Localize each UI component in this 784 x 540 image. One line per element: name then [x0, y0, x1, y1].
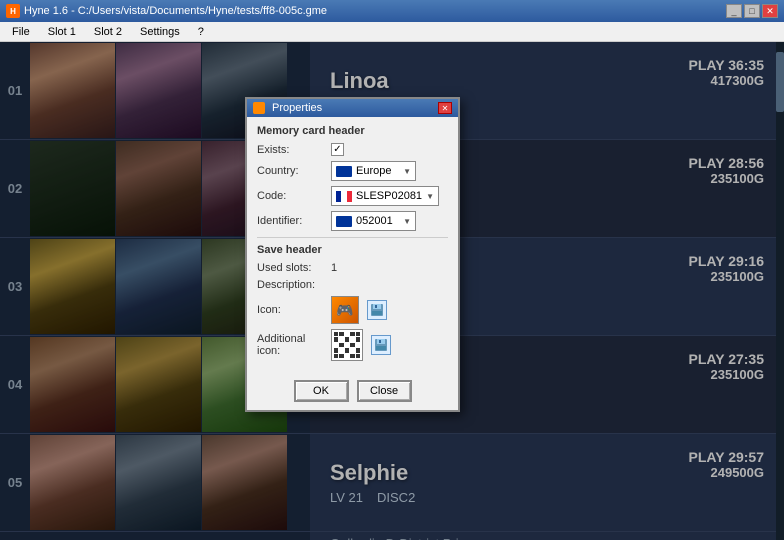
properties-dialog: Properties ✕ Memory card header Exists: … — [245, 97, 460, 412]
icon-label: Icon: — [257, 304, 327, 316]
exists-label: Exists: — [257, 144, 327, 156]
ok-button[interactable]: OK — [294, 380, 349, 402]
eu-flag-icon — [336, 166, 352, 177]
exists-row: Exists: ✓ — [257, 143, 448, 156]
country-row: Country: Europe ▼ — [257, 161, 448, 181]
identifier-select[interactable]: 052001 ▼ — [331, 211, 416, 231]
menu-bar: File Slot 1 Slot 2 Settings ? — [0, 22, 784, 42]
icon-row: Icon: 🎮 — [257, 296, 448, 324]
identifier-dropdown-arrow: ▼ — [403, 217, 411, 226]
country-select[interactable]: Europe ▼ — [331, 161, 416, 181]
dialog-title-bar: Properties ✕ — [247, 99, 458, 117]
code-dropdown-arrow: ▼ — [426, 192, 434, 201]
identifier-flag-icon — [336, 216, 352, 227]
icon-preview: 🎮 — [331, 296, 359, 324]
menu-file[interactable]: File — [4, 24, 38, 40]
menu-slot2[interactable]: Slot 2 — [86, 24, 130, 40]
code-row: Code: SLESP02081 ▼ — [257, 186, 448, 206]
description-label: Description: — [257, 279, 327, 291]
identifier-label: Identifier: — [257, 215, 327, 227]
section-divider — [257, 237, 448, 238]
dialog-buttons: OK Close — [247, 374, 458, 410]
country-label: Country: — [257, 165, 327, 177]
dialog-close-icon[interactable]: ✕ — [438, 102, 452, 114]
maximize-button[interactable]: □ — [744, 4, 760, 18]
main-content: 01 02 03 04 — [0, 42, 784, 540]
memory-card-header-label: Memory card header — [257, 125, 448, 137]
code-value: SLESP02081 — [356, 190, 422, 202]
additional-icon-row: Additional icon: — [257, 329, 448, 361]
dialog-body: Memory card header Exists: ✓ Country: Eu… — [247, 117, 458, 374]
dialog-title-left: Properties — [253, 102, 322, 114]
fr-flag-icon — [336, 191, 352, 202]
menu-help[interactable]: ? — [190, 24, 212, 40]
used-slots-value: 1 — [331, 262, 337, 274]
dialog-title-text: Properties — [272, 102, 322, 114]
title-bar-left: H Hyne 1.6 - C:/Users/vista/Documents/Hy… — [6, 4, 327, 18]
used-slots-label: Used slots: — [257, 262, 327, 274]
dialog-icon — [253, 102, 265, 114]
window-controls[interactable]: _ □ ✕ — [726, 4, 778, 18]
additional-icon-preview — [331, 329, 363, 361]
code-select[interactable]: SLESP02081 ▼ — [331, 186, 439, 206]
country-value: Europe — [356, 165, 391, 177]
country-dropdown-arrow: ▼ — [403, 167, 411, 176]
menu-settings[interactable]: Settings — [132, 24, 188, 40]
identifier-row: Identifier: 052001 ▼ — [257, 211, 448, 231]
used-slots-row: Used slots: 1 — [257, 262, 448, 274]
window-title: Hyne 1.6 - C:/Users/vista/Documents/Hyne… — [24, 5, 327, 17]
app-icon: H — [6, 4, 20, 18]
additional-icon-save-button[interactable] — [371, 335, 391, 355]
exists-checkbox[interactable]: ✓ — [331, 143, 344, 156]
additional-icon-label: Additional icon: — [257, 333, 327, 357]
title-bar: H Hyne 1.6 - C:/Users/vista/Documents/Hy… — [0, 0, 784, 22]
description-row: Description: — [257, 279, 448, 291]
icon-save-button[interactable] — [367, 300, 387, 320]
close-button-dialog[interactable]: Close — [357, 380, 412, 402]
close-button[interactable]: ✕ — [762, 4, 778, 18]
menu-slot1[interactable]: Slot 1 — [40, 24, 84, 40]
code-label: Code: — [257, 190, 327, 202]
save-header-label: Save header — [257, 244, 448, 256]
minimize-button[interactable]: _ — [726, 4, 742, 18]
identifier-value: 052001 — [356, 215, 393, 227]
